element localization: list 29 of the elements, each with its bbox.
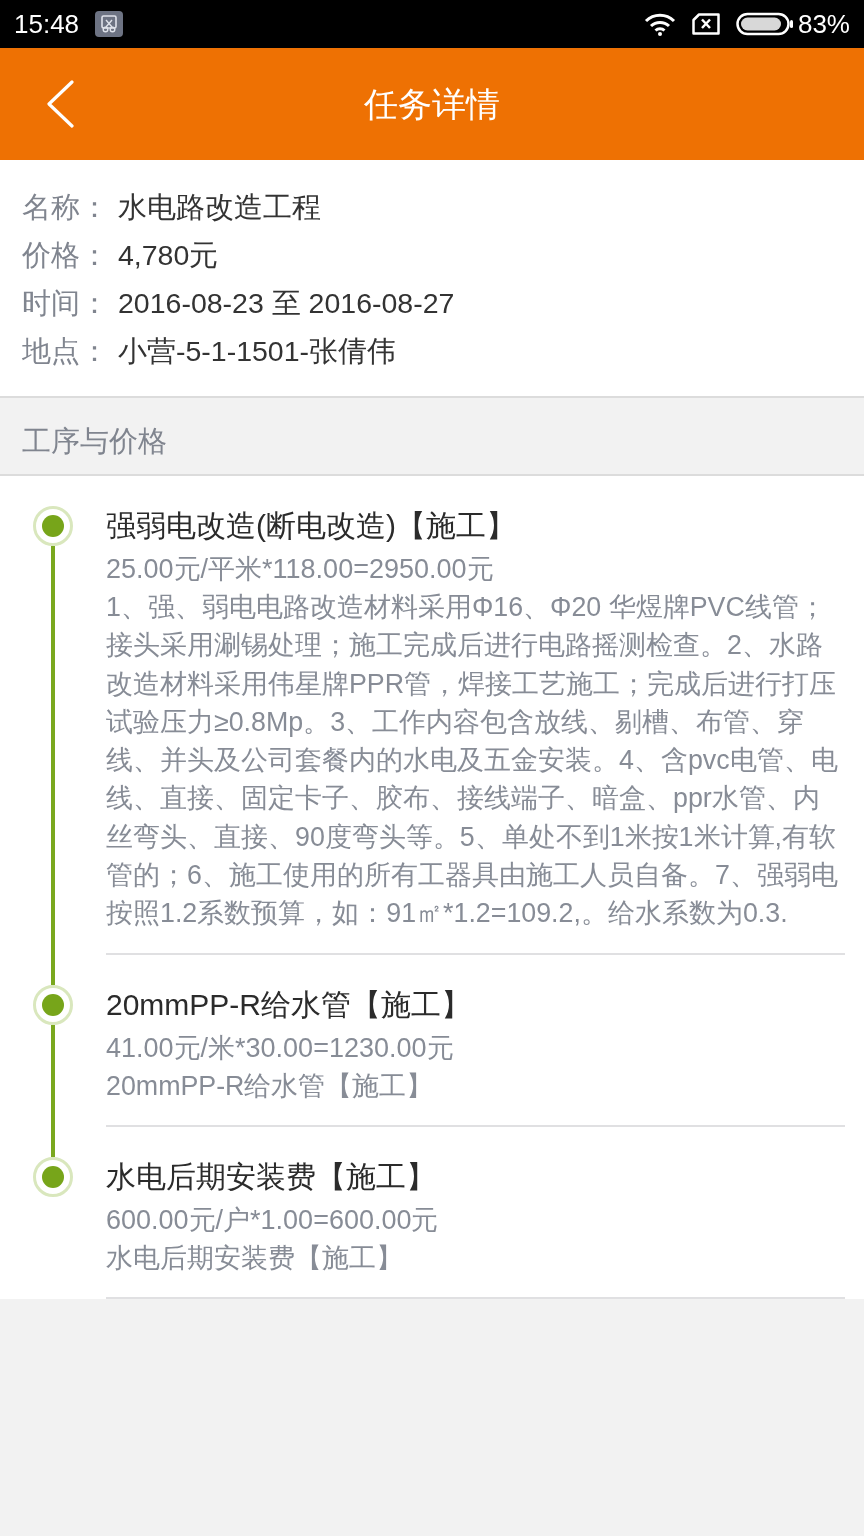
field-label: 时间： (22, 285, 110, 321)
field-value: 4,780元 (118, 237, 219, 273)
timeline-dot-icon (33, 1156, 73, 1197)
wifi-icon (643, 12, 676, 36)
field-label: 名称： (22, 189, 110, 225)
step-description: 20mmPP-R给水管【施工】 (106, 1069, 435, 1103)
back-icon (45, 80, 75, 128)
page-title: 任务详情 (364, 84, 500, 125)
battery-percentage: 83% (797, 9, 850, 39)
step-price: 41.00元/米*30.00=1230.00元 (106, 1031, 455, 1065)
step-title: 20mmPP-R给水管【施工】 (106, 986, 473, 1023)
status-time: 15:48 (14, 9, 80, 39)
step-title: 强弱电改造(断电改造)【施工】 (106, 508, 517, 544)
field-value: 2016-08-23 至 2016-08-27 (118, 285, 455, 321)
step-title: 水电后期安装费【施工】 (106, 1158, 437, 1195)
timeline-dot-icon (33, 506, 73, 546)
field-label: 价格： (22, 237, 110, 273)
no-sim-icon (691, 13, 720, 35)
field-label: 地点： (22, 333, 110, 369)
field-value: 小营-5-1-1501-张倩伟 (118, 333, 397, 369)
step-price: 600.00元/户*1.00=600.00元 (106, 1203, 440, 1237)
section-title: 工序与价格 (22, 425, 167, 457)
field-value: 水电路改造工程 (118, 189, 321, 225)
step-description: 水电后期安装费【施工】 (106, 1241, 404, 1275)
app-notification-icon (95, 11, 124, 37)
step-price: 25.00元/平米*118.00=2950.00元 (106, 553, 495, 586)
battery-icon (735, 12, 794, 36)
timeline-dot-icon (33, 984, 73, 1025)
step-description: 1、强、弱电电路改造材料采用Φ16、Φ20 华煜牌PVC线管；接头采用涮锡处理；施工完成后进行电路摇测检查。2、水路改造材料采用伟星牌PPR管，焊接工艺施工；完成后进行打压试验压力≥0.8Mp。3、工作内容包含放线、剔槽、布管、穿线、并头及公司套餐内的水电及五金安装。4、含pvc电管、电线、直接、固定卡子、胶布、接线端子、暗盒、ppr水管、内丝弯头、直接、90度弯头等。5、单处不到1米按1米计算,有软管的；6、施工使用的所有工器具由施工人员自备。7、强弱电按照1.2系数预算，如：91㎡*1.2=109.2,。给水系数为0.3. (106, 591, 839, 931)
